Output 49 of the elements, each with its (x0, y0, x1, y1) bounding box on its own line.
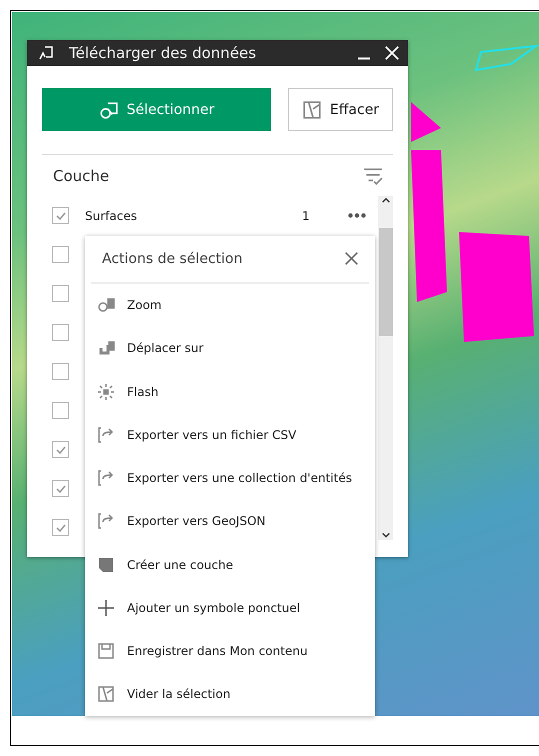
layer-checkbox[interactable] (52, 402, 69, 419)
checkmark-icon (56, 446, 66, 454)
more-icon[interactable] (348, 213, 366, 218)
window-title: Télécharger des données (69, 44, 258, 62)
layer-header: Couche (53, 167, 110, 185)
filter-list-icon (363, 166, 383, 186)
checkmark-icon (56, 212, 66, 220)
export-icon (97, 469, 115, 488)
menu-item[interactable]: Exporter vers GeoJSON (85, 500, 375, 544)
export-icon (97, 426, 115, 444)
clear-button[interactable]: Effacer (288, 88, 393, 131)
scrollbar[interactable] (378, 196, 393, 540)
close-icon (344, 251, 359, 266)
menu-item[interactable]: Ajouter un symbole ponctuel (85, 586, 375, 630)
minimize-icon[interactable] (358, 57, 370, 60)
hand-icon (97, 339, 115, 358)
select-button[interactable]: Sélectionner (42, 88, 271, 131)
menu-item[interactable]: Flash (85, 370, 375, 414)
menu-item[interactable]: Enregistrer dans Mon contenu (85, 630, 375, 673)
close-icon (384, 45, 400, 61)
menu-item[interactable]: Exporter vers un fichier CSV (85, 413, 375, 457)
save-icon (97, 642, 115, 660)
layer-checkbox[interactable] (52, 246, 69, 263)
chevron-down-icon (380, 530, 390, 540)
layer-count: 1 (302, 208, 311, 222)
layer-checkbox[interactable] (52, 285, 69, 302)
layer-checkbox[interactable] (52, 519, 69, 536)
menu-item[interactable]: Exporter vers une collection d'entités (85, 456, 375, 500)
layer-checkbox[interactable] (52, 363, 69, 380)
select-icon (98, 100, 119, 120)
layer-checkbox[interactable] (52, 480, 69, 497)
layer-name: Surfaces (85, 208, 138, 222)
plus-icon (97, 598, 115, 617)
layer-checkbox[interactable] (52, 441, 69, 458)
menu-item[interactable]: Créer une couche (85, 543, 375, 586)
zoom-icon (97, 296, 115, 314)
clear-selection-icon (97, 685, 115, 704)
layer-checkbox[interactable] (52, 324, 69, 341)
menu-title: Actions de sélection (102, 250, 242, 267)
checkmark-icon (56, 524, 66, 532)
layer-checkbox[interactable] (52, 207, 69, 224)
layer-icon (97, 556, 115, 574)
menu-item[interactable]: Déplacer sur (85, 326, 375, 370)
menu-item[interactable]: Zoom (85, 284, 375, 327)
flash-icon (97, 382, 115, 401)
export-icon (97, 512, 115, 530)
menu-item[interactable]: Vider la sélection (85, 672, 375, 716)
checkmark-icon (56, 484, 66, 492)
clear-selection-icon (302, 100, 322, 120)
